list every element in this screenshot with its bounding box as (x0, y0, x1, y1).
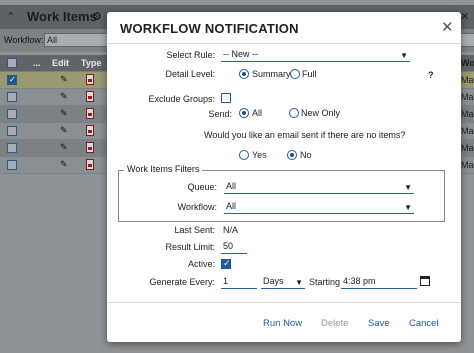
edit-pencil-icon[interactable]: ✎ (60, 91, 68, 102)
delete-button[interactable]: Delete (321, 318, 348, 329)
column-header-type[interactable]: Type (81, 58, 101, 68)
edit-pencil-icon[interactable]: ✎ (60, 142, 68, 153)
header-close-icon[interactable]: ✕ (460, 10, 469, 23)
edit-pencil-icon[interactable]: ✎ (60, 159, 68, 170)
empty-email-question: Would you like an email sent if there ar… (204, 130, 406, 140)
work-items-filters-legend: Work Items Filters (124, 164, 203, 174)
exclude-groups-label: Exclude Groups: (148, 94, 215, 104)
pdf-icon[interactable] (86, 108, 94, 119)
detail-full-label: Full (302, 69, 317, 79)
collapse-chevron-icon[interactable]: ⌃ (6, 10, 15, 23)
edit-pencil-icon[interactable]: ✎ (60, 108, 68, 119)
chevron-down-icon: ▼ (295, 278, 303, 287)
row-checkbox[interactable] (7, 109, 17, 119)
column-header-edit[interactable]: Edit (52, 58, 69, 68)
empty-yes-label: Yes (252, 150, 267, 160)
filter-workflow-value: All (226, 201, 237, 211)
row-cell-right: Ma (461, 92, 474, 102)
starting-label: Starting (309, 277, 341, 287)
detail-level-label: Detail Level: (165, 69, 215, 79)
last-sent-value: N/A (223, 225, 239, 235)
help-icon[interactable]: ? (428, 70, 434, 80)
row-checkbox[interactable] (7, 126, 17, 136)
pdf-icon[interactable] (86, 74, 94, 85)
send-label: Send: (208, 109, 232, 119)
calendar-icon[interactable] (420, 276, 430, 286)
empty-no-radio[interactable] (287, 150, 297, 160)
active-label: Active: (187, 259, 215, 269)
run-now-button[interactable]: Run Now (263, 318, 302, 329)
send-all-radio[interactable] (239, 108, 249, 118)
row-cell-right: Ma (461, 126, 474, 136)
cancel-button[interactable]: Cancel (409, 318, 439, 329)
select-all-checkbox[interactable] (7, 58, 17, 68)
filter-workflow-label: Workflow: (177, 202, 217, 212)
queue-label: Queue: (187, 182, 217, 192)
pdf-icon[interactable] (86, 125, 94, 136)
send-all-label: All (252, 108, 263, 118)
column-header-ellipsis[interactable]: ... (33, 58, 41, 68)
save-button[interactable]: Save (368, 318, 390, 329)
pdf-icon[interactable] (86, 159, 94, 170)
row-cell-right: Ma (461, 75, 474, 85)
workflow-filter-select[interactable]: All (44, 33, 110, 47)
queue-select[interactable]: All ▼ (224, 180, 414, 194)
edit-pencil-icon[interactable]: ✎ (60, 74, 68, 85)
active-checkbox[interactable] (221, 258, 231, 269)
empty-yes-radio[interactable] (239, 150, 249, 160)
row-cell-right: Ma (461, 143, 474, 153)
row-checkbox[interactable] (7, 143, 17, 153)
filter-workflow-select[interactable]: All ▼ (224, 200, 414, 214)
row-checkbox[interactable] (7, 92, 17, 102)
workflow-filter-label: Workflow: (4, 35, 44, 45)
pdf-icon[interactable] (86, 142, 94, 153)
starting-time-input[interactable]: 4:38 pm (341, 275, 417, 289)
workflow-notification-dialog: WORKFLOW NOTIFICATION ✕ Select Rule: -- … (107, 12, 461, 342)
generate-every-label: Generate Every: (149, 277, 215, 287)
generate-every-input[interactable]: 1 (221, 275, 257, 289)
close-icon[interactable]: ✕ (441, 18, 454, 36)
work-items-filters-group (118, 170, 445, 222)
chevron-down-icon: ▼ (400, 51, 408, 60)
work-items-title: Work Items (27, 9, 97, 24)
row-checkbox[interactable] (7, 75, 17, 85)
select-rule-select[interactable]: -- New -- ▼ (221, 48, 410, 62)
dialog-title: WORKFLOW NOTIFICATION (120, 21, 299, 36)
result-limit-label: Result Limit: (165, 242, 215, 252)
row-cell-right: Ma (461, 109, 474, 119)
send-new-only-radio[interactable] (289, 108, 299, 118)
footer-divider (107, 302, 461, 303)
detail-summary-label: Summary (252, 69, 291, 79)
edit-pencil-icon[interactable]: ✎ (60, 125, 68, 136)
generate-unit-select[interactable]: Days ▼ (261, 275, 305, 289)
result-limit-input[interactable]: 50 (221, 240, 247, 254)
last-sent-label: Last Sent: (174, 225, 215, 235)
select-rule-value: -- New -- (223, 49, 258, 59)
generate-unit-value: Days (263, 276, 284, 286)
send-new-only-label: New Only (301, 108, 341, 118)
queue-value: All (226, 181, 237, 191)
pdf-icon[interactable] (86, 91, 94, 102)
exclude-groups-checkbox[interactable] (221, 93, 231, 103)
detail-summary-radio[interactable] (239, 69, 249, 79)
chevron-down-icon: ▼ (404, 203, 412, 212)
detail-full-radio[interactable] (290, 69, 300, 79)
column-header-right[interactable]: Wo (461, 58, 474, 68)
row-cell-right: Ma (461, 160, 474, 170)
empty-no-label: No (300, 150, 312, 160)
select-rule-label: Select Rule: (166, 50, 215, 60)
chevron-down-icon: ▼ (404, 183, 412, 192)
row-checkbox[interactable] (7, 160, 17, 170)
gear-icon[interactable]: ⚙ (92, 10, 102, 23)
title-divider (107, 43, 461, 44)
